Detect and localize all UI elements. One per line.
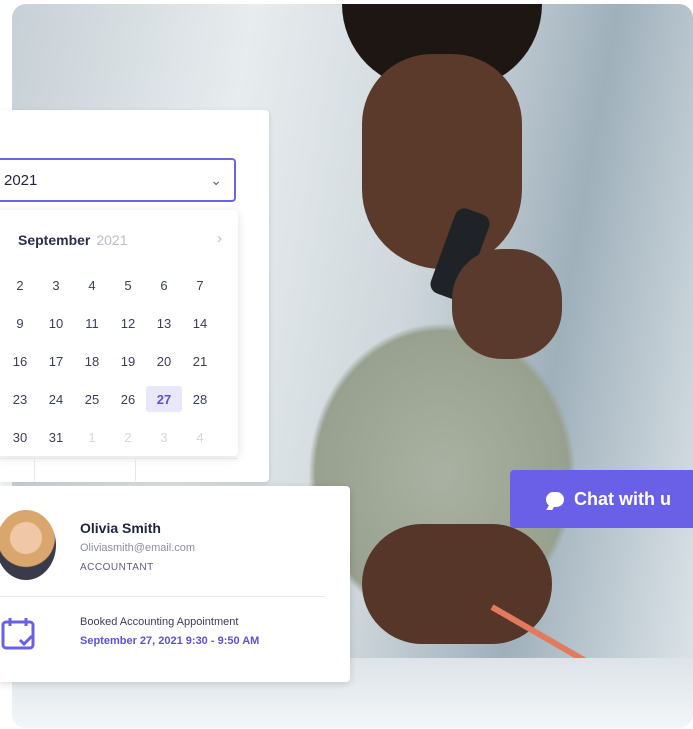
calendar-day[interactable]: 5 [110,272,146,298]
calendar-day[interactable]: 21 [182,348,218,374]
contact-role: ACCOUNTANT [80,562,154,573]
chevron-down-icon[interactable]: ⌄ [210,172,222,189]
calendar-day[interactable]: 24 [38,386,74,412]
calendar-day[interactable]: 14 [182,310,218,336]
calendar-day[interactable]: 28 [182,386,218,412]
calendar-day[interactable]: 23 [2,386,38,412]
calendar-day-selected[interactable]: 27 [146,386,182,412]
contact-email: Oliviasmith@email.com [80,542,196,554]
chevron-right-icon[interactable]: › [217,230,222,247]
calendar-day[interactable]: 10 [38,310,74,336]
footer-divider [34,459,136,481]
appointment-title: Booked Accounting Appointment [80,616,239,628]
calendar-month-header: September 2021 [18,232,128,248]
calendar-day[interactable]: 19 [110,348,146,374]
calendar-year: 2021 [96,232,128,248]
calendar-day[interactable]: 3 [38,272,74,298]
photo-face [362,54,522,269]
calendar-day[interactable]: 20 [146,348,182,374]
calendar-day[interactable]: 17 [38,348,74,374]
calendar-day[interactable]: 11 [74,310,110,336]
calendar-dropdown: September 2021 › 2 3 4 5 6 7 9 10 11 12 1… [0,210,238,456]
calendar-day[interactable]: 7 [182,272,218,298]
calendar-month: September [18,232,91,248]
date-select[interactable]: 2021 ⌄ [0,158,236,202]
photo-hand [452,249,562,359]
appointment-card: Olivia Smith Oliviasmith@email.com ACCOU… [0,486,350,682]
chat-button[interactable]: Chat with u [510,470,693,528]
calendar-day[interactable]: 2 [2,272,38,298]
calendar-day[interactable]: 16 [2,348,38,374]
calendar-day[interactable]: 26 [110,386,146,412]
calendar-day[interactable]: 6 [146,272,182,298]
chat-bubble-icon [546,491,564,507]
date-select-value: 2021 [4,171,38,189]
calendar-day-next-month[interactable]: 4 [182,424,218,450]
calendar-day[interactable]: 13 [146,310,182,336]
date-card-footer [0,458,238,481]
calendar-day[interactable]: 12 [110,310,146,336]
calendar-day-next-month[interactable]: 1 [74,424,110,450]
calendar-grid: 2 3 4 5 6 7 9 10 11 12 13 14 16 17 18 19… [2,272,232,450]
avatar [0,510,56,580]
calendar-day[interactable]: 31 [38,424,74,450]
calendar-day-next-month[interactable]: 3 [146,424,182,450]
divider [0,596,325,597]
calendar-day[interactable]: 25 [74,386,110,412]
contact-name: Olivia Smith [80,520,161,536]
calendar-day[interactable]: 18 [74,348,110,374]
calendar-day[interactable]: 9 [2,310,38,336]
calendar-day[interactable]: 30 [2,424,38,450]
calendar-day-next-month[interactable]: 2 [110,424,146,450]
calendar-day[interactable]: 4 [74,272,110,298]
appointment-time: September 27, 2021 9:30 - 9:50 AM [80,635,260,647]
calendar-check-icon [1,618,35,650]
date-picker-card: 2021 ⌄ September 2021 › 2 3 4 5 6 7 9 10 … [0,110,269,482]
chat-button-label: Chat with u [574,488,671,509]
